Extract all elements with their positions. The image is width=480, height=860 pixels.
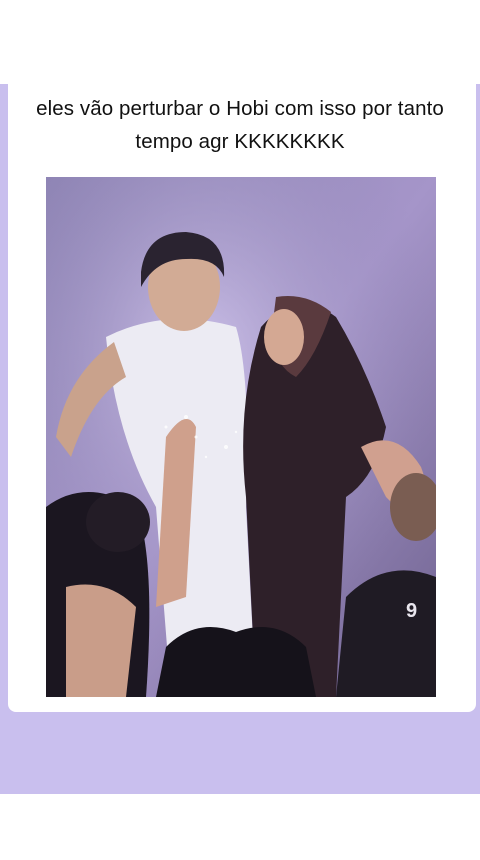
svg-text:9: 9	[406, 600, 417, 622]
crowd-silhouette	[156, 627, 316, 697]
post-caption: eles vão perturbar o Hobi com isso por t…	[36, 97, 444, 153]
bottom-bar	[0, 794, 480, 860]
post-photo[interactable]: 9	[46, 177, 436, 697]
top-bar	[0, 0, 480, 84]
concert-photo-illustration: 9	[46, 177, 436, 697]
